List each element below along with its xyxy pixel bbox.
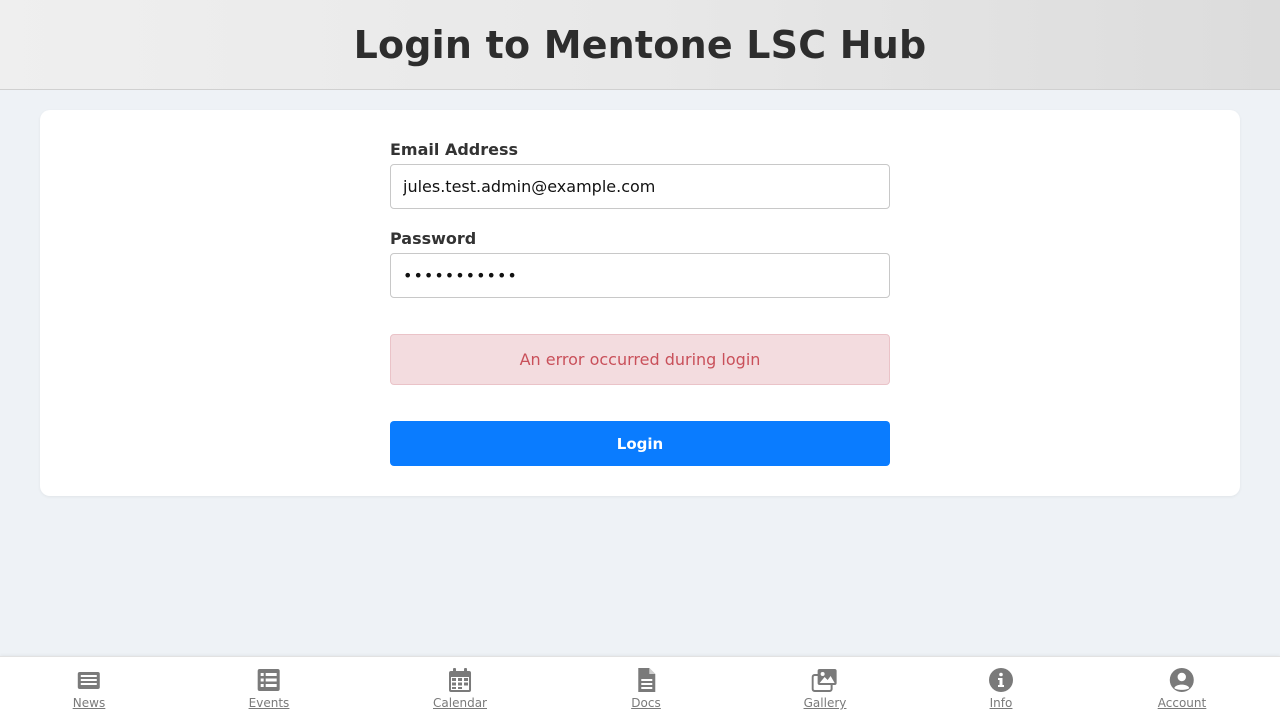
nav-label-info: Info	[989, 696, 1013, 710]
login-button[interactable]: Login	[390, 421, 890, 466]
password-field[interactable]	[390, 253, 890, 298]
nav-item-info[interactable]: Info	[988, 667, 1014, 710]
password-label: Password	[390, 229, 477, 248]
error-message: An error occurred during login	[519, 350, 761, 369]
nav-label-account: Account	[1157, 696, 1207, 710]
email-field[interactable]	[390, 164, 890, 209]
bottom-nav: News Events Calendar Docs Gallery Info A…	[0, 656, 1280, 720]
nav-label-news: News	[72, 696, 106, 710]
nav-item-calendar[interactable]: Calendar	[433, 667, 487, 710]
calendar-icon	[449, 668, 471, 692]
login-card: Email Address Password An error occurred…	[40, 110, 1240, 496]
images-icon	[812, 669, 837, 692]
nav-item-docs[interactable]: Docs	[631, 667, 661, 710]
page-title: Login to Mentone LSC Hub	[353, 22, 927, 67]
nav-label-gallery: Gallery	[803, 696, 847, 710]
page-header: Login to Mentone LSC Hub	[0, 0, 1280, 90]
nav-label-events: Events	[248, 696, 290, 710]
error-alert: An error occurred during login	[390, 334, 890, 385]
user-circle-icon	[1169, 668, 1194, 692]
nav-label-docs: Docs	[631, 696, 661, 710]
nav-item-account[interactable]: Account	[1158, 667, 1206, 710]
document-icon	[638, 668, 655, 692]
nav-item-news[interactable]: News	[73, 667, 105, 710]
info-icon	[989, 668, 1013, 692]
email-label: Email Address	[390, 140, 519, 159]
nav-label-calendar: Calendar	[433, 696, 487, 710]
nav-item-gallery[interactable]: Gallery	[803, 667, 847, 710]
newspaper-icon	[78, 672, 100, 689]
nav-item-events[interactable]: Events	[248, 667, 290, 710]
list-icon	[257, 669, 280, 691]
